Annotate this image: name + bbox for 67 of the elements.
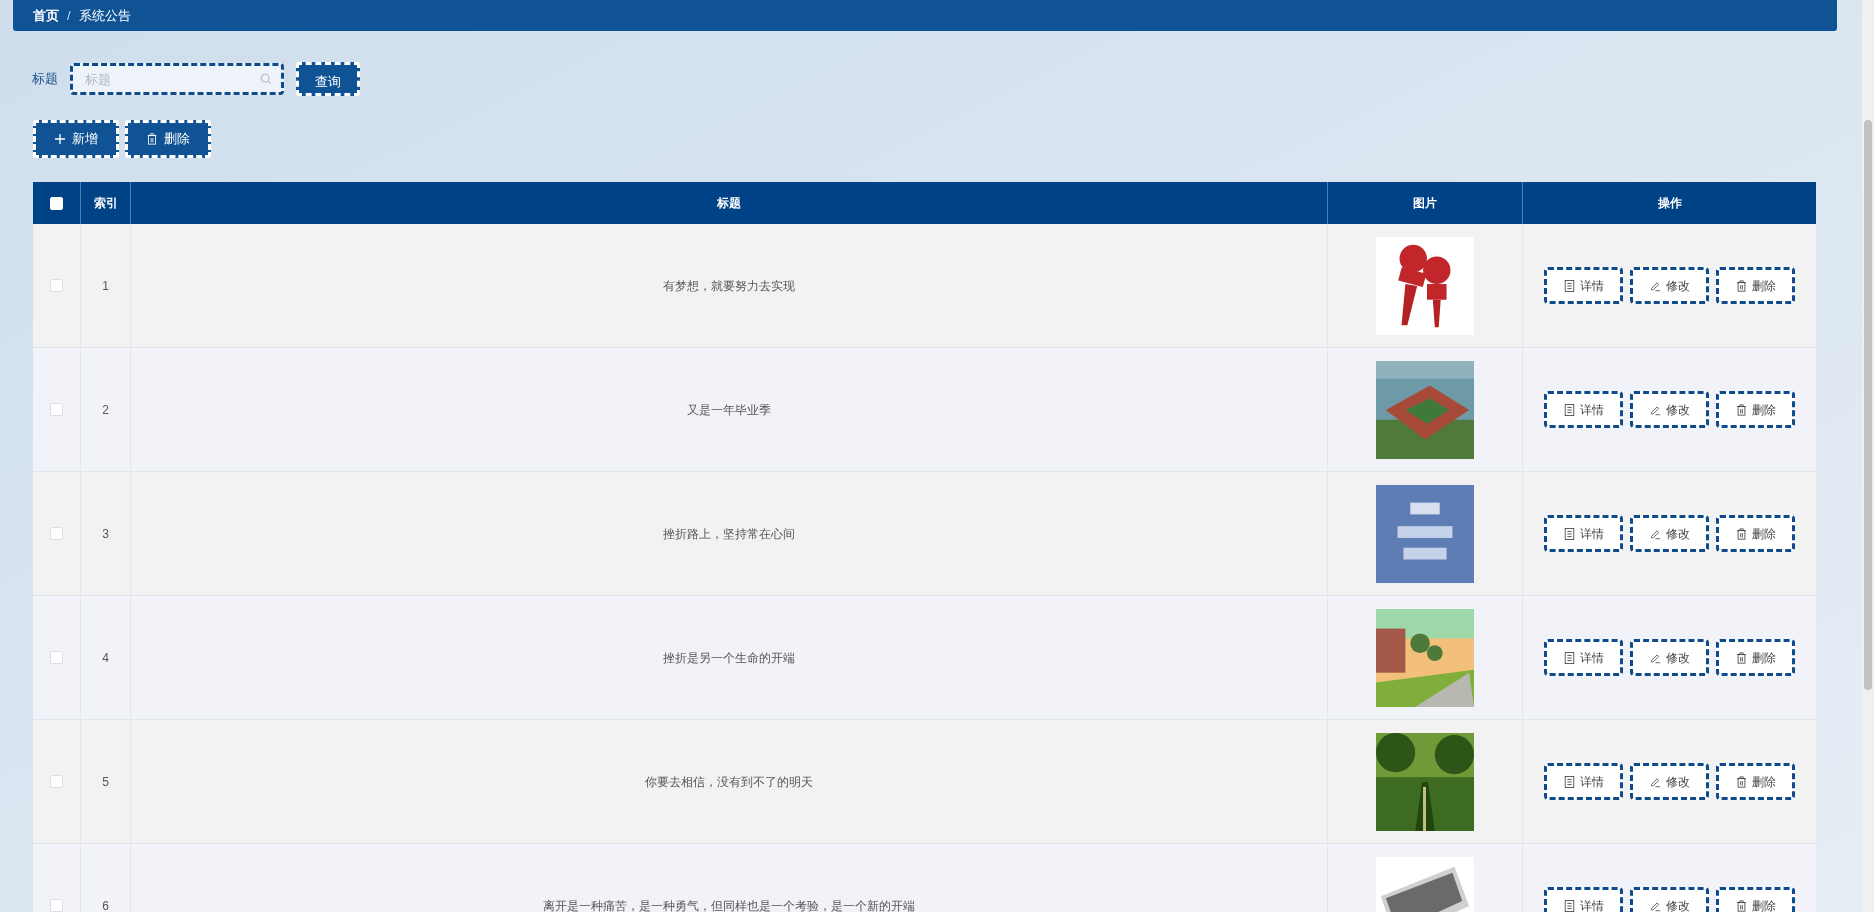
pencil-icon [1649,775,1661,788]
breadcrumb-link[interactable]: 首页 [33,5,59,26]
trash-icon [1735,527,1747,540]
search-label: 标题 [32,70,58,89]
checkbox[interactable] [50,775,63,788]
checkbox[interactable] [50,651,63,664]
search-field[interactable]: 标题 [70,63,284,95]
title-cell-text: 挫折是另一个生命的开端 [663,649,795,667]
add-button[interactable]: 新增 [33,120,119,158]
delete-button[interactable]: 删除 [1716,639,1795,676]
title-cell-text: 挫折路上，坚持常在心间 [663,525,795,543]
delete-button[interactable]: 删除 [1716,763,1795,800]
index-cell-text: 3 [102,525,109,543]
trash-icon [1735,651,1747,664]
index-cell-text: 1 [102,277,109,295]
checkbox[interactable] [50,527,63,540]
detail-button[interactable]: 详情 [1544,763,1623,800]
scrollbar[interactable] [1862,0,1874,912]
document-icon [1563,527,1575,540]
title-cell-text: 又是一年毕业季 [687,401,771,419]
delete-button[interactable]: 删除 [1716,391,1795,428]
delete-button[interactable]: 删除 [1716,515,1795,552]
title-cell-text: 离开是一种痛苦，是一种勇气，但同样也是一个考验，是一个新的开端 [543,897,915,912]
index-cell-text: 5 [102,773,109,791]
detail-button[interactable]: 详情 [1544,639,1623,676]
document-icon [1563,899,1575,912]
plus-icon [54,133,66,145]
breadcrumb-link[interactable]: 系统公告 [78,5,131,26]
column-header: 操作 [1656,195,1683,212]
delete-button[interactable]: 删除 [1716,267,1795,304]
document-icon [1563,651,1575,664]
pencil-icon [1649,651,1661,664]
delete-button[interactable]: 删除 [1716,887,1795,912]
trash-icon [1735,403,1747,416]
trash-icon [1735,899,1747,912]
checkbox[interactable] [50,899,63,912]
detail-button[interactable]: 详情 [1544,515,1623,552]
edit-button[interactable]: 修改 [1630,763,1709,800]
edit-button[interactable]: 修改 [1630,639,1709,676]
document-icon [1563,775,1575,788]
pencil-icon [1649,279,1661,292]
title-cell-text: 你要去相信，没有到不了的明天 [645,773,813,791]
breadcrumb-separator: / [67,6,71,25]
index-cell-text: 4 [102,649,109,667]
trash-icon [1735,279,1747,292]
edit-button[interactable]: 修改 [1630,391,1709,428]
document-icon [1563,279,1575,292]
checkbox[interactable] [50,403,63,416]
edit-button[interactable]: 修改 [1630,267,1709,304]
edit-button[interactable]: 修改 [1630,887,1709,912]
detail-button[interactable]: 详情 [1544,391,1623,428]
trash-icon [1735,775,1747,788]
search-button[interactable]: 查询 [296,62,360,96]
delete-button[interactable]: 删除 [125,120,211,158]
search-icon [260,73,272,85]
checkbox[interactable] [50,279,63,292]
document-icon [1563,403,1575,416]
pencil-icon [1649,899,1661,912]
title-cell-text: 有梦想，就要努力去实现 [663,277,795,295]
trash-icon [146,133,158,145]
edit-button[interactable]: 修改 [1630,515,1709,552]
detail-button[interactable]: 详情 [1544,267,1623,304]
index-cell-text: 2 [102,401,109,419]
pencil-icon [1649,527,1661,540]
index-cell-text: 6 [102,897,109,912]
pencil-icon [1649,403,1661,416]
detail-button[interactable]: 详情 [1544,887,1623,912]
